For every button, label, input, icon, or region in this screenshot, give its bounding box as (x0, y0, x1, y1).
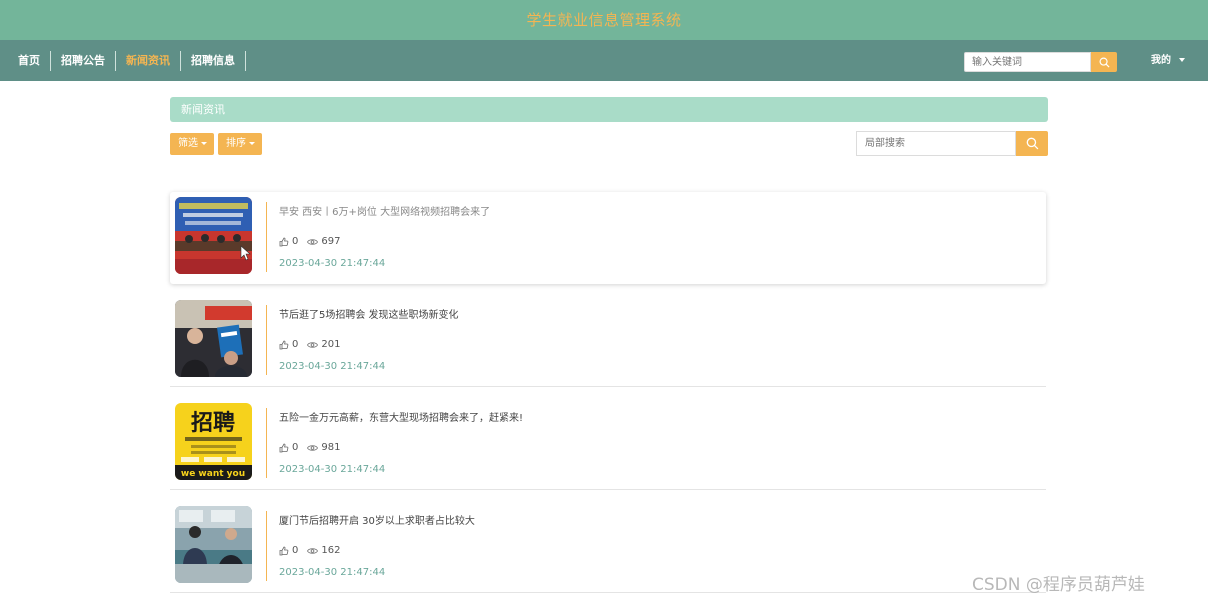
sort-label: 排序 (226, 138, 246, 149)
news-item[interactable]: 节后逛了5场招聘会 发现这些职场新变化 0 201 2023-04-30 21:… (170, 295, 1046, 387)
news-date: 2023-04-30 21:47:44 (279, 258, 386, 269)
thumbs-up-icon (279, 237, 289, 246)
poster-tagline-text: we want you (181, 469, 245, 479)
like-count-value: 0 (292, 339, 299, 350)
eye-icon (307, 341, 319, 348)
news-item[interactable]: 招聘 we want you 五险一金万元高薪，东营大型现场招聘会来了，赶紧来!… (170, 398, 1046, 490)
nav-item-jobs[interactable]: 招聘信息 (181, 50, 246, 71)
news-list: 早安 西安丨6万+岗位 大型网络视频招聘会来了 0 697 2023-04-30… (170, 192, 1046, 604)
news-title[interactable]: 节后逛了5场招聘会 发现这些职场新变化 (279, 306, 459, 321)
view-count-value: 201 (321, 339, 341, 350)
view-count: 981 (307, 442, 340, 453)
item-divider (266, 202, 267, 272)
thumbs-up-icon (279, 546, 289, 555)
view-count-value: 162 (321, 545, 341, 556)
view-count: 162 (307, 545, 340, 556)
main-nav: 首页 招聘公告 新闻资讯 招聘信息 我的 (0, 40, 1208, 81)
local-search-input[interactable] (856, 131, 1016, 156)
item-divider (266, 408, 267, 478)
thumbs-up-icon (279, 340, 289, 349)
item-divider (266, 511, 267, 581)
news-date: 2023-04-30 21:47:44 (279, 361, 386, 372)
eye-icon (307, 547, 319, 554)
poster-title-text: 招聘 (191, 411, 235, 436)
like-count-value: 0 (292, 442, 299, 453)
local-search-button[interactable] (1016, 131, 1048, 156)
sort-dropdown-button[interactable]: 排序 (218, 133, 262, 155)
news-thumbnail-interview[interactable] (175, 506, 252, 583)
site-title: 学生就业信息管理系统 (526, 11, 682, 29)
news-stats: 0 201 (279, 339, 349, 350)
nav-search-button[interactable] (1091, 52, 1117, 72)
view-count-value: 697 (321, 236, 341, 247)
local-search-box (856, 131, 1048, 156)
news-stats: 0 981 (279, 442, 349, 453)
news-thumbnail-poster[interactable]: 招聘 we want you (175, 403, 252, 480)
site-header: 学生就业信息管理系统 (0, 0, 1208, 40)
news-thumbnail-job-fair[interactable] (175, 300, 252, 377)
nav-search-input[interactable] (964, 52, 1091, 72)
like-count[interactable]: 0 (279, 545, 298, 556)
item-divider (266, 305, 267, 375)
like-count[interactable]: 0 (279, 236, 298, 247)
news-title[interactable]: 五险一金万元高薪，东营大型现场招聘会来了，赶紧来! (279, 409, 523, 424)
watermark: CSDN @程序员葫芦娃 (972, 575, 1145, 595)
nav-search-box (964, 52, 1117, 72)
news-item[interactable]: 厦门节后招聘开启 30岁以上求职者占比较大 0 162 2023-04-30 2… (170, 501, 1046, 593)
eye-icon (307, 444, 319, 451)
news-item[interactable]: 早安 西安丨6万+岗位 大型网络视频招聘会来了 0 697 2023-04-30… (170, 192, 1046, 284)
nav-item-announcements[interactable]: 招聘公告 (51, 50, 116, 71)
section-header: 新闻资讯 (170, 97, 1048, 122)
filter-label: 筛选 (178, 138, 198, 149)
news-title[interactable]: 早安 西安丨6万+岗位 大型网络视频招聘会来了 (279, 203, 490, 218)
caret-down-icon (201, 141, 207, 145)
like-count-value: 0 (292, 545, 299, 556)
caret-down-icon (249, 141, 255, 145)
user-menu[interactable]: 我的 (1151, 40, 1185, 81)
news-date: 2023-04-30 21:47:44 (279, 567, 386, 578)
news-stats: 0 162 (279, 545, 349, 556)
user-menu-label: 我的 (1151, 55, 1171, 66)
view-count: 201 (307, 339, 340, 350)
search-icon (1026, 137, 1038, 150)
filter-dropdown-button[interactable]: 筛选 (170, 133, 214, 155)
like-count[interactable]: 0 (279, 442, 298, 453)
chevron-down-icon (1179, 58, 1185, 62)
like-count-value: 0 (292, 236, 299, 247)
like-count[interactable]: 0 (279, 339, 298, 350)
thumbs-up-icon (279, 443, 289, 452)
news-stats: 0 697 (279, 236, 349, 247)
news-date: 2023-04-30 21:47:44 (279, 464, 386, 475)
search-icon (1099, 57, 1110, 68)
section-title: 新闻资讯 (181, 103, 225, 116)
nav-item-home[interactable]: 首页 (8, 50, 51, 71)
news-thumbnail-conference[interactable] (175, 197, 252, 274)
view-count-value: 981 (321, 442, 341, 453)
view-count: 697 (307, 236, 340, 247)
nav-item-news[interactable]: 新闻资讯 (116, 50, 181, 71)
nav-menu: 首页 招聘公告 新闻资讯 招聘信息 (8, 40, 246, 81)
news-title[interactable]: 厦门节后招聘开启 30岁以上求职者占比较大 (279, 512, 475, 527)
eye-icon (307, 238, 319, 245)
